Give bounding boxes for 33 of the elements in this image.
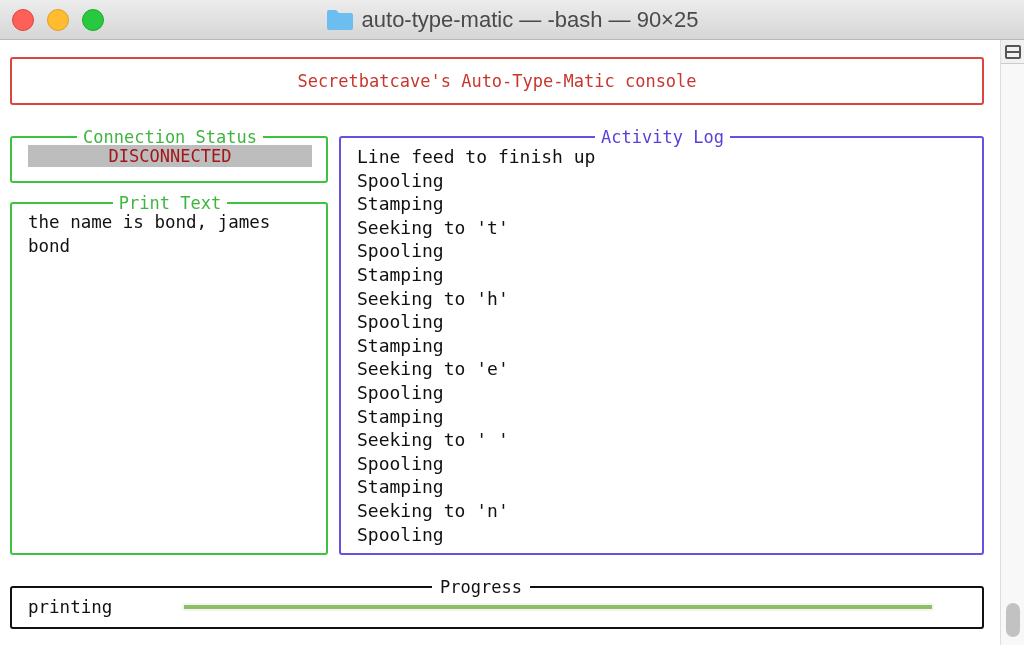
window-title: auto-type-matic — -bash — 90×25: [361, 6, 699, 33]
log-line: Seeking to 't': [357, 215, 510, 240]
minimize-button[interactable]: [47, 9, 69, 31]
log-line: Seeking to ' ': [357, 428, 510, 452]
log-line: Stamping: [357, 404, 445, 429]
connection-status: DISCONNECTED: [28, 145, 312, 167]
log-line: Spooling: [357, 451, 445, 476]
log-line: Stamping: [357, 262, 445, 287]
split-pane-button[interactable]: [1000, 40, 1024, 64]
log-line: Seeking to 'n': [357, 498, 510, 523]
log-line: Stamping: [357, 192, 445, 216]
log-line: Seeking to 'e': [357, 357, 510, 381]
progress-label: printing: [28, 597, 114, 617]
close-button[interactable]: [12, 9, 34, 31]
log-line: Seeking to 'h': [357, 286, 510, 311]
console-title: Secretbatcave's Auto-Type-Matic console: [297, 71, 697, 91]
panel-title: Progress: [439, 577, 523, 597]
log-line: Spooling: [357, 168, 445, 193]
log-line: Spooling: [357, 380, 445, 405]
log-line: Stamping: [357, 475, 445, 499]
log-line: Spooling: [357, 239, 445, 263]
panel-title: Connection Status: [82, 127, 258, 147]
log-line: Spooling: [357, 310, 445, 334]
log-line: Line feed to finish up: [357, 145, 597, 169]
log-line: Spooling: [357, 522, 445, 547]
split-icon: [1004, 44, 1021, 59]
panel-title: Print Text: [117, 193, 223, 213]
scrollbar-thumb[interactable]: [1005, 603, 1020, 637]
zoom-button[interactable]: [82, 9, 104, 31]
print-text: the name is bond, james bond: [28, 211, 272, 258]
panel-title: Activity Log: [600, 127, 725, 147]
log-line: Stamping: [357, 333, 445, 358]
folder-icon: [325, 8, 354, 31]
